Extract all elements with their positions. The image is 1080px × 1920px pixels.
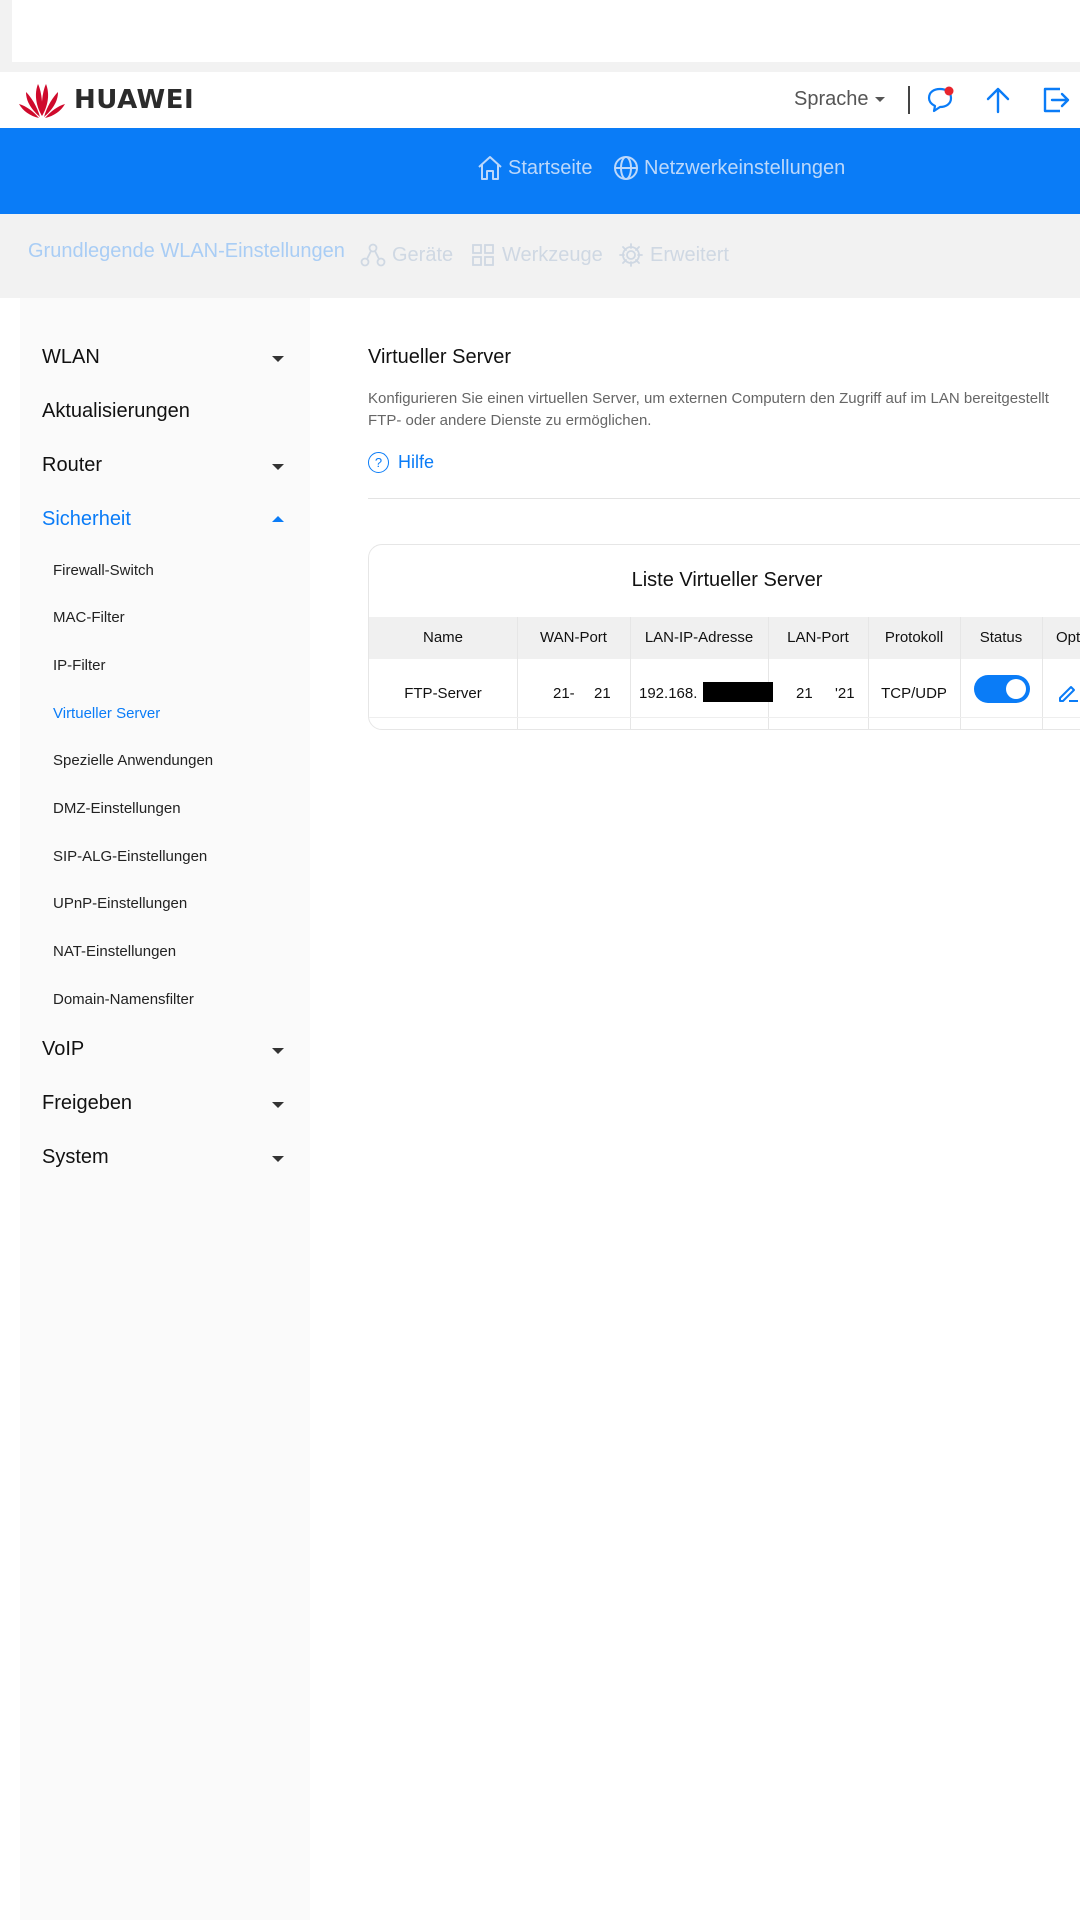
huawei-flower-icon xyxy=(19,84,65,118)
column-separator xyxy=(868,617,869,729)
secondary-nav: Grundlegende WLAN-Einstellungen Geräte W… xyxy=(0,214,1080,298)
nav-netzwerkeinstellungen-label: Netzwerkeinstellungen xyxy=(644,156,846,179)
column-header-name: Name xyxy=(422,629,463,646)
cell-wan-port-end: 21 xyxy=(594,685,611,702)
subnav-werkzeuge-label: Werkzeuge xyxy=(502,243,603,266)
sidebar-item-label: Router xyxy=(42,454,103,476)
divider xyxy=(368,498,1080,499)
description-line-2: FTP- oder andere Dienste zu ermöglichen. xyxy=(368,412,652,429)
chevron-down-icon[interactable] xyxy=(272,1102,284,1108)
subnav-wlan-basic[interactable]: Grundlegende WLAN-Einstellungen xyxy=(28,240,345,263)
sidebar-item-label: VoIP xyxy=(42,1038,85,1060)
home-icon xyxy=(478,156,502,180)
subnav-werkzeuge[interactable]: Werkzeuge xyxy=(470,242,603,268)
column-separator xyxy=(768,617,769,729)
nav-netzwerkeinstellungen[interactable]: Netzwerkeinstellungen xyxy=(612,154,845,182)
column-separator xyxy=(517,617,518,729)
globe-icon xyxy=(614,156,638,180)
cell-lan-port-start: 21 xyxy=(796,685,813,702)
caret-down-icon xyxy=(874,97,885,102)
sidebar-subitem-upnp[interactable]: UPnP-Einstellungen xyxy=(53,895,187,912)
cell-protokoll: TCP/UDP xyxy=(881,685,947,702)
header-divider xyxy=(908,86,910,114)
column-separator xyxy=(960,617,961,729)
gear-icon xyxy=(619,243,643,267)
header: HUAWEI Sprache xyxy=(0,72,1080,128)
language-dropdown[interactable]: Sprache xyxy=(794,88,885,111)
cell-lan-port-end: '21 xyxy=(835,685,855,702)
sidebar-subitem-spezielle-anwendungen[interactable]: Spezielle Anwendungen xyxy=(53,752,213,769)
cell-name: FTP-Server xyxy=(404,685,482,702)
top-blank-bar xyxy=(12,0,1080,62)
subnav-geraete-label: Geräte xyxy=(392,243,454,266)
sidebar-subitem-virtueller-server[interactable]: Virtueller Server xyxy=(53,705,160,722)
column-header-status: Status xyxy=(979,629,1023,646)
sidebar-subitem-mac-filter[interactable]: MAC-Filter xyxy=(53,609,125,626)
sidebar-item-label: WLAN xyxy=(42,346,100,368)
sidebar-subitem-sip-alg[interactable]: SIP-ALG-Einstellungen xyxy=(53,848,207,865)
chevron-up-icon[interactable] xyxy=(272,516,284,522)
sidebar-subitem-dmz[interactable]: DMZ-Einstellungen xyxy=(53,800,181,817)
cell-lan-ip: 192.168. xyxy=(639,685,698,702)
sidebar-item-label: System xyxy=(42,1146,109,1168)
sidebar-subitem-domain-filter[interactable]: Domain-Namensfilter xyxy=(53,991,194,1008)
chevron-down-icon[interactable] xyxy=(272,464,284,470)
chevron-down-icon[interactable] xyxy=(272,1156,284,1162)
page-title: Virtueller Server xyxy=(368,346,512,368)
language-label: Sprache xyxy=(794,88,869,110)
messages-icon[interactable] xyxy=(924,84,956,116)
status-toggle[interactable] xyxy=(974,675,1030,703)
cell-wan-port-start: 21- xyxy=(553,685,575,702)
upload-icon[interactable] xyxy=(982,84,1014,116)
sidebar-item-label: Sicherheit xyxy=(42,508,131,530)
subnav-geraete[interactable]: Geräte xyxy=(360,242,453,268)
tools-icon xyxy=(472,244,494,266)
devices-icon xyxy=(360,243,386,267)
column-header-protokoll: Protokoll xyxy=(884,629,944,646)
sidebar-item-system[interactable]: System xyxy=(42,1146,109,1169)
chevron-down-icon[interactable] xyxy=(272,1048,284,1054)
primary-nav: Startseite Netzwerkeinstellungen xyxy=(0,128,1080,214)
table-header: Name WAN-Port LAN-IP-Adresse LAN-Port Pr… xyxy=(369,617,1080,659)
description-line-1: Konfigurieren Sie einen virtuellen Serve… xyxy=(368,390,1049,407)
chevron-down-icon[interactable] xyxy=(272,356,284,362)
sidebar-item-aktualisierungen[interactable]: Aktualisierungen xyxy=(42,400,190,423)
subnav-erweitert-label: Erweitert xyxy=(650,243,729,266)
edit-icon[interactable] xyxy=(1057,681,1079,708)
column-header-options: Opt xyxy=(1056,629,1080,646)
help-label: Hilfe xyxy=(398,452,435,472)
nav-startseite[interactable]: Startseite xyxy=(476,154,592,182)
column-separator xyxy=(630,617,631,729)
table-title: Liste Virtueller Server xyxy=(631,569,823,591)
help-link[interactable]: ? Hilfe xyxy=(368,452,434,473)
toggle-knob xyxy=(1006,679,1026,699)
sidebar-item-label: Aktualisierungen xyxy=(42,400,190,422)
nav-startseite-label: Startseite xyxy=(508,156,593,179)
huawei-logo[interactable]: HUAWEI xyxy=(18,80,194,120)
column-separator xyxy=(1042,617,1043,729)
column-header-lan-ip: LAN-IP-Adresse xyxy=(644,629,754,646)
row-divider xyxy=(369,717,1080,718)
help-icon: ? xyxy=(368,452,389,473)
sidebar-item-voip[interactable]: VoIP xyxy=(42,1038,84,1061)
sidebar-item-label: Freigeben xyxy=(42,1092,133,1114)
sidebar-item-freigeben[interactable]: Freigeben xyxy=(42,1092,132,1115)
sidebar-item-sicherheit[interactable]: Sicherheit xyxy=(42,508,131,531)
sidebar-subitem-firewall-switch[interactable]: Firewall-Switch xyxy=(53,562,154,579)
column-header-lan-port: LAN-Port xyxy=(787,629,849,646)
sidebar-subitem-ip-filter[interactable]: IP-Filter xyxy=(53,657,106,674)
logout-icon[interactable] xyxy=(1040,84,1072,116)
column-header-wan-port: WAN-Port xyxy=(540,629,607,646)
brand-name: HUAWEI xyxy=(74,85,195,115)
redacted-ip-block xyxy=(703,682,773,702)
subnav-erweitert[interactable]: Erweitert xyxy=(618,242,729,268)
virtual-server-table-card: Liste Virtueller Server Name WAN-Port LA… xyxy=(368,544,1080,730)
sidebar: WLAN Aktualisierungen Router Sicherheit … xyxy=(20,298,310,1920)
subnav-wlan-basic-label: Grundlegende WLAN-Einstellungen xyxy=(28,240,345,262)
sidebar-item-wlan[interactable]: WLAN xyxy=(42,346,100,369)
sidebar-subitem-nat[interactable]: NAT-Einstellungen xyxy=(53,943,176,960)
page-description: Konfigurieren Sie einen virtuellen Serve… xyxy=(368,388,1080,432)
sidebar-item-router[interactable]: Router xyxy=(42,454,102,477)
